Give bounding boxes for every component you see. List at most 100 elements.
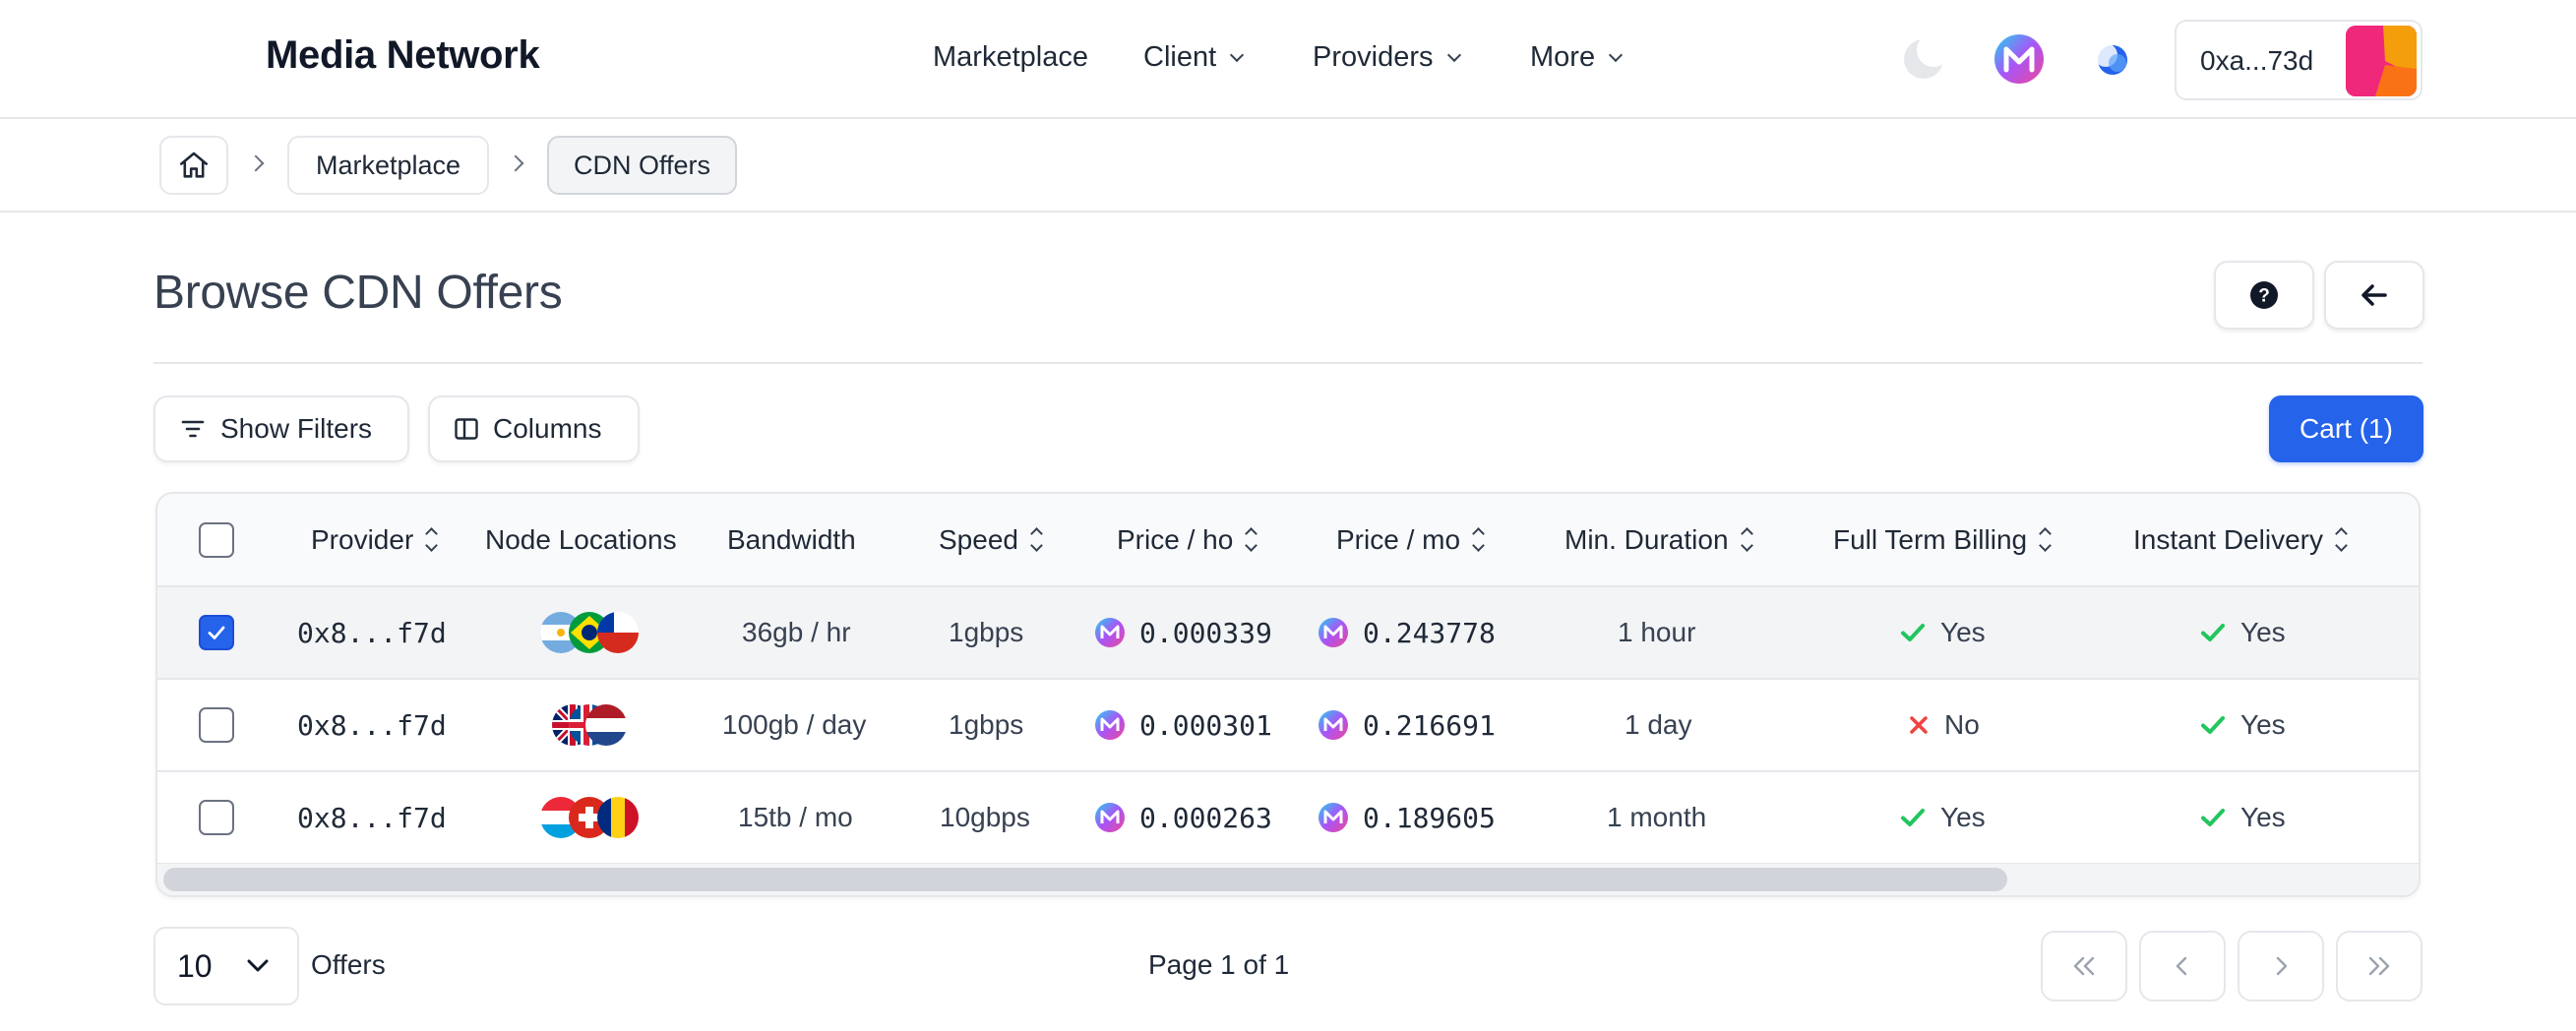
media-token-icon [1319, 803, 1348, 832]
moon-icon[interactable] [1901, 33, 1950, 82]
check-icon [1901, 809, 1925, 826]
checkmark-icon [208, 626, 225, 639]
page-size-value: 10 [177, 947, 213, 984]
full-term-billing-value: Yes [1940, 617, 1986, 647]
help-button[interactable]: ? [2214, 261, 2314, 330]
check-icon [2201, 624, 2225, 641]
page-size-select[interactable]: 10 [153, 927, 299, 1005]
col-instant-delivery[interactable]: Instant Delivery [2133, 494, 2348, 585]
instant-delivery-cell: Yes [2199, 680, 2286, 770]
col-full-term-billing-label: Full Term Billing [1833, 523, 2028, 555]
node-location-flags [539, 772, 640, 863]
chevrons-right-icon [2368, 956, 2390, 976]
provider-address[interactable]: 0x8...f7d [297, 772, 447, 863]
provider-address[interactable]: 0x8...f7d [297, 587, 447, 678]
price-month-cell: 0.216691 [1318, 680, 1496, 770]
filter-icon [181, 420, 205, 438]
svg-text:?: ? [2258, 286, 2270, 307]
row-select-cell [199, 587, 234, 678]
nav-providers[interactable]: Providers [1313, 41, 1461, 74]
scrollbar-thumb[interactable] [163, 868, 2007, 891]
select-all-checkbox[interactable] [199, 521, 234, 558]
node-location-flags [551, 680, 628, 770]
media-token-icon [1095, 618, 1125, 647]
breadcrumb-cdn-offers[interactable]: CDN Offers [547, 136, 737, 195]
x-icon [1910, 716, 1928, 734]
table-row[interactable]: 0x8...f7d 15tb / mo 10gbps 0.000263 0.18… [157, 772, 2419, 865]
col-instant-delivery-label: Instant Delivery [2133, 523, 2323, 555]
select-all-cell [199, 494, 234, 585]
back-button[interactable] [2324, 261, 2424, 330]
nav-client-label: Client [1143, 41, 1217, 73]
row-checkbox[interactable] [199, 800, 234, 835]
full-term-billing-value: Yes [1940, 802, 1986, 832]
network-status-icon[interactable] [2094, 43, 2129, 77]
table-row[interactable]: 0x8...f7d 36gb / hr 1gbps 0.000339 0.243… [157, 587, 2419, 680]
col-provider[interactable]: Provider [311, 494, 439, 585]
provider-address[interactable]: 0x8...f7d [297, 680, 447, 770]
col-node-locations: Node Locations [485, 494, 677, 585]
sort-icon [2335, 527, 2348, 552]
next-page-button[interactable] [2238, 931, 2324, 1001]
col-full-term-billing[interactable]: Full Term Billing [1833, 494, 2052, 585]
row-checkbox[interactable] [199, 707, 234, 743]
chevrons-left-icon [2073, 956, 2095, 976]
media-token-icon [1319, 618, 1348, 647]
price-month-cell: 0.243778 [1318, 587, 1496, 678]
price-hour-value: 0.000339 [1139, 616, 1272, 649]
col-price-month[interactable]: Price / mo [1336, 494, 1485, 585]
cart-button[interactable]: Cart (1) [2269, 395, 2423, 462]
col-bandwidth: Bandwidth [727, 494, 856, 585]
previous-page-button[interactable] [2139, 931, 2226, 1001]
speed-value: 10gbps [940, 802, 1030, 832]
breadcrumb-marketplace[interactable]: Marketplace [287, 136, 489, 195]
price-month-cell: 0.189605 [1318, 772, 1496, 863]
offers-table: Provider Node Locations Bandwidth Speed … [155, 492, 2421, 897]
min-duration-value: 1 day [1625, 709, 1692, 740]
columns-button[interactable]: Columns [428, 395, 640, 462]
show-filters-button[interactable]: Show Filters [153, 395, 409, 462]
last-page-button[interactable] [2336, 931, 2423, 1001]
col-price-hour[interactable]: Price / ho [1117, 494, 1258, 585]
price-month-value: 0.216691 [1363, 708, 1496, 742]
instant-delivery-value: Yes [2240, 802, 2286, 832]
media-token-icon [1095, 803, 1125, 832]
row-select-cell [199, 772, 234, 863]
flag-chile-icon [597, 612, 639, 653]
sort-icon [1245, 527, 1258, 552]
show-filters-label: Show Filters [220, 413, 373, 444]
full-term-billing-cell: Yes [1899, 772, 1986, 863]
bandwidth-value: 36gb / hr [742, 617, 851, 647]
first-page-button[interactable] [2041, 931, 2127, 1001]
chevron-down-icon [247, 959, 269, 972]
price-month-value: 0.243778 [1363, 616, 1496, 649]
media-token-icon [1095, 710, 1125, 740]
row-checkbox[interactable] [199, 615, 234, 650]
nav-client[interactable]: Client [1143, 41, 1245, 74]
col-provider-label: Provider [311, 523, 414, 555]
wallet-address: 0xa...73d [2200, 45, 2314, 76]
sort-icon [2039, 527, 2052, 552]
sort-icon [425, 527, 439, 552]
chevron-down-icon [1230, 47, 1245, 62]
table-row[interactable]: 0x8...f7d 100gb / day 1gbps 0.000301 0.2… [157, 680, 2419, 772]
check-icon [2201, 809, 2225, 826]
full-term-billing-cell: No [1907, 680, 1980, 770]
node-location-flags [539, 587, 640, 678]
nav-marketplace[interactable]: Marketplace [933, 41, 1088, 74]
horizontal-scrollbar[interactable] [157, 864, 2419, 895]
brand-title[interactable]: Media Network [266, 33, 540, 78]
cart-label: Cart (1) [2300, 413, 2393, 444]
col-price-month-label: Price / mo [1336, 523, 1461, 555]
col-speed[interactable]: Speed [939, 494, 1043, 585]
media-network-logo-icon[interactable] [1993, 33, 2045, 85]
title-divider [153, 362, 2423, 364]
breadcrumb-home[interactable] [159, 136, 228, 195]
wallet-button[interactable]: 0xa...73d [2175, 20, 2423, 100]
col-min-duration[interactable]: Min. Duration [1564, 494, 1753, 585]
col-min-duration-label: Min. Duration [1564, 523, 1729, 555]
nav-providers-label: Providers [1313, 41, 1434, 73]
page-title: Browse CDN Offers [153, 267, 563, 319]
speed-value: 1gbps [949, 617, 1024, 647]
nav-more[interactable]: More [1530, 41, 1624, 74]
